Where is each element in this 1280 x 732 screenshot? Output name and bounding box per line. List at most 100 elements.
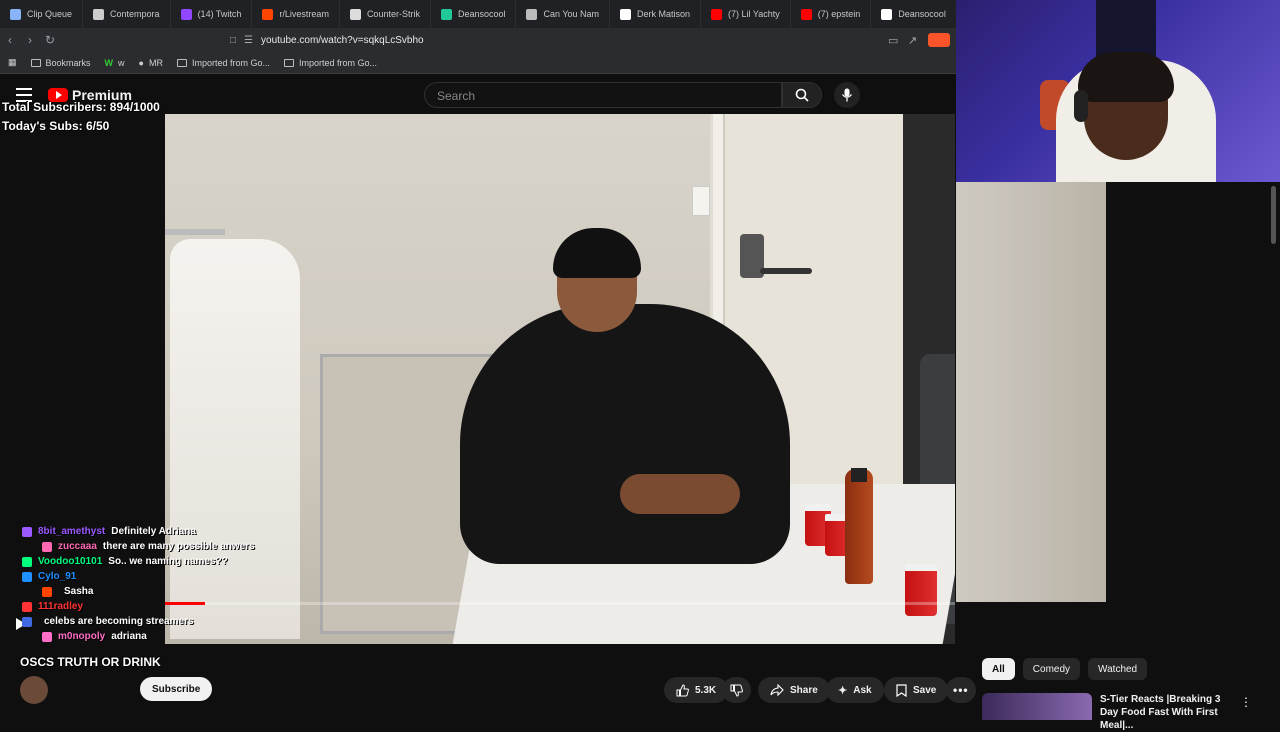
tab-label: Deansocool: [457, 9, 506, 19]
url-field[interactable]: □ ☰ youtube.com/watch?v=sqkqLcSvbho: [70, 30, 888, 50]
mr-icon: ●: [138, 57, 144, 68]
webcam-person-hair: [1078, 52, 1174, 102]
apps-grid-icon[interactable]: ▦: [8, 57, 17, 68]
filter-chips: All Comedy Watched: [982, 658, 1148, 680]
bookmark-item[interactable]: Ww: [105, 58, 125, 68]
brave-shield-icon[interactable]: [928, 33, 950, 47]
back-icon[interactable]: ‹: [0, 33, 20, 47]
chat-badge-icon: [42, 631, 52, 642]
tab-label: (14) Twitch: [197, 9, 242, 19]
chat-text: adriana: [111, 631, 147, 642]
browser-tab[interactable]: Clip Queue: [0, 0, 84, 28]
browser-tab[interactable]: r/Livestream: [252, 0, 340, 28]
chat-text: Sasha: [64, 586, 94, 597]
tab-favicon-icon: [180, 8, 192, 20]
chat-username: 8bit_amethyst: [38, 526, 106, 537]
more-actions-button[interactable]: •••: [946, 677, 976, 703]
chat-badge-icon: [22, 556, 32, 567]
recommended-thumbnail[interactable]: [982, 693, 1092, 720]
reload-icon[interactable]: ↻: [40, 33, 60, 47]
chat-message: 111radley: [22, 601, 89, 612]
more-horizontal-icon: •••: [953, 683, 969, 697]
side-panel-background: [956, 182, 1106, 602]
chat-text: So.. we naming names??: [108, 556, 228, 567]
bookmark-star-icon[interactable]: □: [230, 35, 236, 46]
video-hot-sauce-bottle: [845, 469, 873, 584]
video-person-durag: [553, 228, 641, 278]
scrollbar[interactable]: [1271, 186, 1276, 244]
bookmark-item[interactable]: Bookmarks: [30, 58, 91, 68]
filter-chip-comedy[interactable]: Comedy: [1022, 658, 1081, 680]
site-info-icon[interactable]: ☰: [244, 35, 253, 46]
browser-tab[interactable]: (14) Twitch: [171, 0, 253, 28]
thumbs-up-icon: [676, 683, 689, 696]
chat-text: there are many possible anwers: [102, 541, 255, 552]
search-button[interactable]: [782, 82, 822, 108]
dislike-button[interactable]: [722, 677, 751, 703]
search-input[interactable]: Search: [424, 82, 782, 108]
video-title-overlay: OSCS TRUTH OR DRINK: [20, 655, 161, 669]
bookmark-item[interactable]: Imported from Go...: [284, 58, 377, 68]
voice-search-button[interactable]: [834, 82, 860, 108]
folder-icon: [30, 58, 41, 67]
browser-tab[interactable]: Can You Nam: [516, 0, 611, 28]
tab-favicon-icon: [349, 8, 361, 20]
chat-badge-icon: [22, 526, 32, 537]
tab-label: Deansocool: [898, 9, 946, 19]
chat-message: Sasha: [42, 586, 93, 597]
video-progress-bar[interactable]: [165, 602, 955, 605]
chat-badge-icon: [22, 571, 32, 582]
video-door-lever: [760, 268, 812, 274]
browser-tab[interactable]: Derk Matison: [610, 0, 702, 28]
channel-avatar[interactable]: [20, 676, 48, 704]
share-button[interactable]: Share: [758, 677, 830, 703]
browser-tab[interactable]: Deansocool: [431, 0, 517, 28]
bookmark-item[interactable]: Imported from Go...: [176, 58, 270, 68]
browser-tab[interactable]: Counter-Strik: [340, 0, 431, 28]
sparkle-icon: ✦: [838, 684, 848, 697]
filter-chip-watched[interactable]: Watched: [1088, 658, 1148, 680]
chat-badge-icon: [42, 586, 52, 597]
tab-label: Clip Queue: [27, 9, 73, 19]
chat-message: m0nopoly adriana: [42, 631, 147, 642]
share-page-icon[interactable]: ↗: [908, 34, 928, 47]
save-button[interactable]: Save: [884, 677, 949, 703]
tab-label: (7) Lil Yachty: [728, 9, 780, 19]
todays-subs-text: Today's Subs: 6/50: [2, 119, 110, 133]
url-text: youtube.com/watch?v=sqkqLcSvbho: [261, 34, 424, 46]
recommended-title[interactable]: S-Tier Reacts |Breaking 3 Day Food Fast …: [1100, 693, 1240, 732]
subscribe-button[interactable]: Subscribe: [140, 677, 213, 701]
share-icon: [770, 684, 784, 696]
tab-favicon-icon: [881, 8, 893, 20]
bookmarks-bar: ▦ Bookmarks Ww ● MR Imported from Go... I…: [0, 52, 956, 74]
tab-label: r/Livestream: [279, 9, 329, 19]
total-subscribers-text: Total Subscribers: 894/1000: [2, 100, 160, 114]
ask-button[interactable]: ✦ Ask: [826, 677, 884, 703]
filter-chip-all[interactable]: All: [982, 658, 1015, 680]
cast-icon[interactable]: ▭: [888, 34, 908, 47]
thumbs-down-icon: [730, 684, 743, 697]
tab-favicon-icon: [262, 8, 274, 20]
bookmark-item[interactable]: ● MR: [139, 58, 163, 68]
chat-message: Cylo_91: [22, 571, 82, 582]
like-count: 5.3K: [695, 684, 717, 696]
chat-message: 8bit_amethyst Definitely Adriana: [22, 526, 196, 537]
streamer-webcam: [956, 0, 1280, 182]
chat-message: Voodoo10101 So.. we naming names??: [22, 556, 228, 567]
chat-username: 111radley: [38, 601, 84, 612]
video-person-hands: [620, 474, 740, 514]
video-clothing-rack: [165, 229, 335, 644]
like-button[interactable]: 5.3K: [664, 677, 729, 703]
forward-icon[interactable]: ›: [20, 33, 40, 47]
more-vertical-icon[interactable]: ⋮: [1240, 695, 1252, 709]
browser-tab[interactable]: (7) epstein: [791, 0, 872, 28]
browser-tab[interactable]: Deansocool: [871, 0, 956, 28]
video-player[interactable]: [165, 114, 955, 644]
tab-favicon-icon: [711, 8, 723, 20]
browser-tab[interactable]: (7) Lil Yachty: [701, 0, 791, 28]
chat-username: Voodoo10101: [38, 556, 103, 567]
tab-favicon-icon: [440, 8, 452, 20]
folder-icon: [176, 58, 187, 67]
tab-favicon-icon: [526, 8, 538, 20]
browser-tab[interactable]: Contempora: [83, 0, 171, 28]
